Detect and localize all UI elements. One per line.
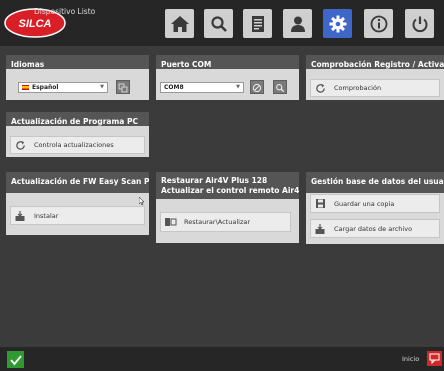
power-icon [410,14,430,34]
com-cancel-button[interactable] [250,80,264,94]
install-icon [311,221,329,237]
language-select[interactable]: Español ▼ [18,82,108,93]
svg-text:SILCA: SILCA [19,18,52,30]
install-button[interactable]: Instalar [10,206,145,225]
remote-control-icon [161,214,179,230]
spanish-flag-icon [22,85,29,90]
translate-icon [118,78,128,97]
check-updates-button[interactable]: Controla actualizaciones [10,136,145,154]
info-icon [369,14,389,34]
panel-title: Restaurar Air4V Plus 128 Actualizar el c… [156,172,299,199]
button-label: Cargar datos de archivo [334,224,413,233]
refresh-icon [311,80,329,96]
panel-actualizacion-pc: Actualización de Programa PC Controla ac… [6,112,149,157]
panel-idiomas: Idiomas Español ▼ [6,55,149,100]
language-value: Español [32,84,59,91]
home-link[interactable]: Inicio [402,355,419,363]
panel-gestion-bd: Gestión base de datos del usuario Guarda… [306,172,444,244]
user-button[interactable] [283,9,312,38]
registration-check-button[interactable]: Comprobación [310,79,440,97]
home-button[interactable] [165,9,194,38]
panel-title-line2: Actualizar el control remoto Air4V Plus [161,186,299,195]
chevron-down-icon: ▼ [236,84,240,90]
language-apply-button[interactable] [116,80,130,94]
panel-title: Puerto COM [156,55,299,69]
panel-title: Gestión base de datos del usuario [306,172,444,193]
button-label: Instalar [34,211,59,220]
search-icon [209,14,229,34]
save-icon [311,196,329,212]
settings-button[interactable] [323,9,352,38]
panel-fw-easy-scan: Actualización de FW Easy Scan Plus Insta… [6,172,149,235]
panel-title: Actualización de FW Easy Scan Plus [6,172,149,193]
install-icon [11,208,29,224]
home-icon [170,14,190,34]
chevron-down-icon: ▼ [100,84,104,90]
document-button[interactable] [243,9,272,38]
panel-puerto-com: Puerto COM COM8 ▼ [156,55,299,100]
search-icon [275,78,285,97]
save-copy-button[interactable]: Guardar una copia [310,194,440,213]
com-port-value: COM8 [164,84,184,91]
com-search-button[interactable] [273,80,287,94]
chat-icon [429,349,440,368]
panel-air4v: Restaurar Air4V Plus 128 Actualizar el c… [156,172,299,243]
panel-title: Comprobación Registro / Activación [306,55,444,69]
user-icon [288,14,308,34]
chat-button[interactable] [427,351,442,366]
panel-title: Actualización de Programa PC [6,112,149,126]
search-button[interactable] [204,9,233,38]
device-status-text: Dispositivo Listo [34,7,96,16]
button-label: Guardar una copia [334,199,395,208]
button-label: Restaurar\Actualizar [184,218,251,226]
gear-icon [328,14,348,34]
power-button[interactable] [405,9,434,38]
restore-update-button[interactable]: Restaurar\Actualizar [160,212,291,232]
button-label: Comprobación [334,84,382,92]
panel-title: Idiomas [6,55,149,69]
status-bar [0,347,444,371]
panel-registro: Comprobación Registro / Activación Compr… [306,55,444,100]
load-data-button[interactable]: Cargar datos de archivo [310,219,440,238]
com-port-select[interactable]: COM8 ▼ [160,82,244,93]
document-icon [248,14,268,34]
panel-title-line1: Restaurar Air4V Plus 128 [161,176,268,185]
status-ok-icon [7,351,24,368]
info-button[interactable] [364,9,393,38]
cancel-icon [252,78,262,97]
button-label: Controla actualizaciones [34,141,114,149]
refresh-icon [11,137,29,153]
mouse-cursor-icon [138,191,145,210]
